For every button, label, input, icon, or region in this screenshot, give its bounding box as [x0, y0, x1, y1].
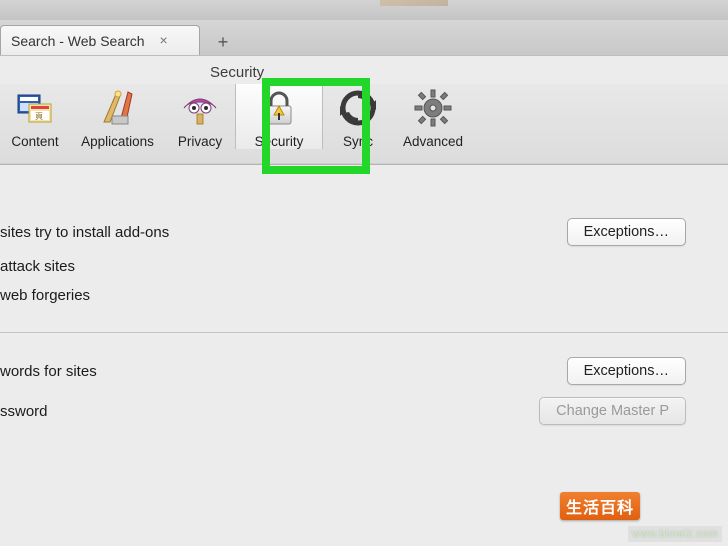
- new-tab-button[interactable]: +: [208, 29, 238, 55]
- label-attack-sites: attack sites: [0, 258, 75, 275]
- change-master-password-button[interactable]: Change Master P: [539, 397, 686, 425]
- watermark-badge: 生活百科: [560, 492, 640, 520]
- label-web-forgeries: web forgeries: [0, 287, 90, 304]
- row-web-forgeries: web forgeries: [0, 281, 728, 310]
- row-attack-sites: attack sites: [0, 252, 728, 281]
- toolbar-label: Applications: [70, 134, 165, 149]
- preferences-body: sites try to install add-ons Exceptions……: [0, 164, 728, 546]
- lock-icon: [259, 88, 299, 128]
- content-icon: 頁: [15, 88, 55, 128]
- browser-tab-title: Search - Web Search: [11, 33, 145, 49]
- row-addons-warning: sites try to install add-ons Exceptions…: [0, 212, 728, 252]
- privacy-icon: [180, 88, 220, 128]
- exceptions-button-passwords[interactable]: Exceptions…: [567, 357, 686, 385]
- toolbar-label: Privacy: [165, 134, 235, 149]
- toolbar-item-content[interactable]: 頁 Content: [0, 84, 70, 149]
- browser-tab-strip: Search - Web Search × +: [0, 20, 728, 56]
- toolbar-item-sync[interactable]: Sync: [323, 84, 393, 149]
- sync-icon: [338, 88, 378, 128]
- preferences-toolbar: 頁 Content Applications: [0, 84, 728, 165]
- window-chrome-top: [0, 0, 728, 21]
- watermark-badge-text: 生活百科: [566, 500, 634, 517]
- preferences-window: Security 頁 Content: [0, 55, 728, 546]
- toolbar-label: Security: [236, 134, 322, 149]
- plus-icon: +: [218, 32, 229, 53]
- preferences-title: Security: [0, 64, 728, 81]
- section-divider: [0, 332, 728, 333]
- close-tab-icon[interactable]: ×: [157, 34, 171, 48]
- label-master-password: ssword: [0, 403, 48, 420]
- watermark-url: www.bimeiz.com: [628, 526, 722, 542]
- toolbar-label: Content: [0, 134, 70, 149]
- toolbar-item-advanced[interactable]: Advanced: [393, 84, 473, 149]
- label-remember-passwords: words for sites: [0, 363, 97, 380]
- row-remember-passwords: words for sites Exceptions…: [0, 351, 728, 391]
- toolbar-item-privacy[interactable]: Privacy: [165, 84, 235, 149]
- exceptions-button-addons[interactable]: Exceptions…: [567, 218, 686, 246]
- row-master-password: ssword Change Master P: [0, 391, 728, 431]
- decorative-strip: [380, 0, 448, 6]
- toolbar-item-security[interactable]: Security: [235, 84, 323, 149]
- svg-text:頁: 頁: [35, 112, 43, 121]
- label-addons-warning: sites try to install add-ons: [0, 224, 169, 241]
- gear-icon: [413, 88, 453, 128]
- browser-tab-active[interactable]: Search - Web Search ×: [0, 25, 200, 55]
- toolbar-label: Sync: [323, 134, 393, 149]
- toolbar-label: Advanced: [393, 134, 473, 149]
- toolbar-item-applications[interactable]: Applications: [70, 84, 165, 149]
- applications-icon: [98, 88, 138, 128]
